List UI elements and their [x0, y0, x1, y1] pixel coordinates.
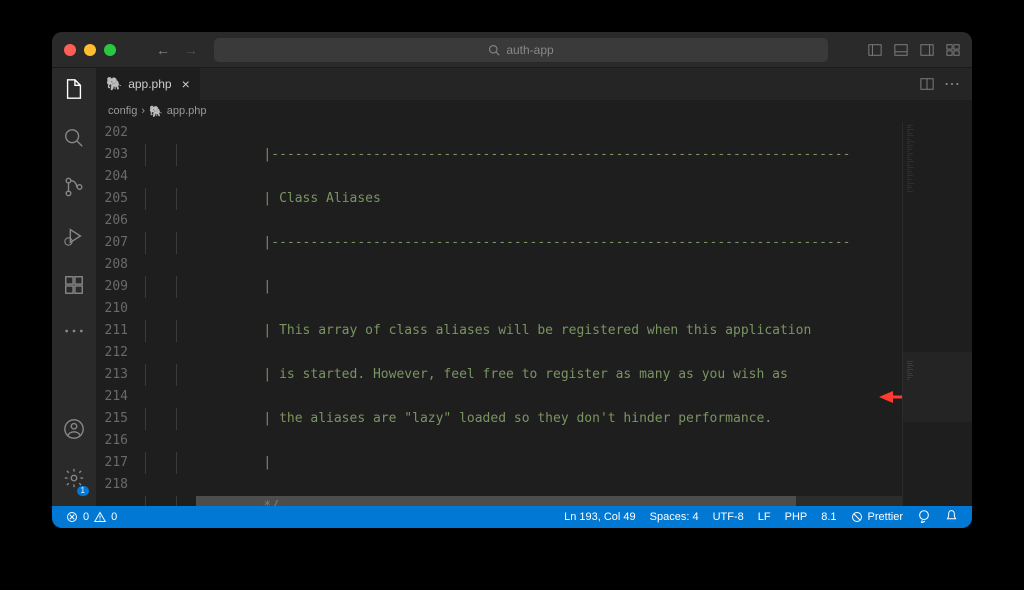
panel-bottom-icon[interactable]	[894, 43, 908, 57]
panel-left-icon[interactable]	[868, 43, 882, 57]
split-editor-icon[interactable]	[920, 77, 934, 91]
search-container: auth-app	[214, 38, 828, 62]
tab-label: app.php	[128, 77, 171, 91]
chevron-right-icon: ›	[141, 105, 145, 117]
prettier-icon	[851, 511, 863, 523]
panel-right-icon[interactable]	[920, 43, 934, 57]
php-version[interactable]: 8.1	[817, 511, 840, 523]
error-icon	[66, 511, 78, 523]
extensions-icon[interactable]	[63, 274, 85, 301]
horizontal-scrollbar[interactable]	[196, 496, 902, 506]
titlebar: ← → auth-app	[52, 32, 972, 68]
account-icon[interactable]	[63, 418, 85, 445]
more-actions-icon[interactable]: ⋯	[944, 74, 960, 94]
tab-actions: ⋯	[920, 68, 972, 100]
forward-button[interactable]: →	[184, 42, 198, 58]
prettier-button[interactable]: Prettier	[847, 511, 907, 523]
layout-icons	[868, 43, 960, 57]
body: 1 🐘 app.php × ⋯ config › 🐘 app.php	[52, 68, 972, 506]
warning-icon	[94, 511, 106, 523]
layout-grid-icon[interactable]	[946, 43, 960, 57]
main-area: 🐘 app.php × ⋯ config › 🐘 app.php 202	[96, 68, 972, 506]
breadcrumb-file: app.php	[167, 105, 207, 117]
encoding[interactable]: UTF-8	[709, 511, 748, 523]
editor-wrap: 2022032042052062072082092102112122132142…	[96, 122, 972, 506]
close-icon[interactable]: ×	[182, 76, 190, 92]
settings-icon[interactable]: 1	[63, 467, 85, 494]
search-icon	[488, 44, 500, 56]
search-text: auth-app	[506, 43, 553, 57]
tab-app-php[interactable]: 🐘 app.php ×	[96, 68, 201, 100]
more-icon[interactable]	[63, 323, 85, 341]
source-control-icon[interactable]	[63, 176, 85, 203]
back-button[interactable]: ←	[156, 42, 170, 58]
minimap-viewport[interactable]	[903, 352, 972, 422]
minimap[interactable]: ▬▬▬▬▬▬▬▬▬▬▬▬▬▬▬▬▬▬▬▬▬▬▬▬▬▬▬▬▬▬▬▬▬▬▬▬▬▬▬▬…	[902, 122, 972, 506]
breadcrumb[interactable]: config › 🐘 app.php	[96, 100, 972, 122]
php-file-icon: 🐘	[149, 105, 163, 118]
activity-bar: 1	[52, 68, 96, 506]
command-search[interactable]: auth-app	[214, 38, 828, 62]
feedback-icon[interactable]	[913, 509, 935, 526]
status-bar: 0 0 Ln 193, Col 49 Spaces: 4 UTF-8 LF PH…	[52, 506, 972, 528]
explorer-icon[interactable]	[63, 78, 85, 105]
code-editor[interactable]: 2022032042052062072082092102112122132142…	[96, 122, 902, 506]
breadcrumb-folder: config	[108, 105, 137, 117]
notifications-icon[interactable]	[941, 509, 962, 525]
close-window-button[interactable]	[64, 44, 76, 56]
traffic-lights	[64, 44, 116, 56]
indentation[interactable]: Spaces: 4	[646, 511, 703, 523]
cursor-position[interactable]: Ln 193, Col 49	[560, 511, 640, 523]
line-gutter: 2022032042052062072082092102112122132142…	[96, 122, 146, 506]
search-activity-icon[interactable]	[63, 127, 85, 154]
nav-arrows: ← →	[156, 42, 198, 58]
settings-badge: 1	[77, 486, 89, 496]
language-mode[interactable]: PHP	[781, 511, 812, 523]
eol[interactable]: LF	[754, 511, 775, 523]
tab-bar: 🐘 app.php × ⋯	[96, 68, 972, 100]
editor-window: ← → auth-app 1	[52, 32, 972, 528]
code-content[interactable]: |---------------------------------------…	[146, 122, 902, 506]
problems-button[interactable]: 0 0	[62, 511, 121, 523]
maximize-window-button[interactable]	[104, 44, 116, 56]
debug-icon[interactable]	[63, 225, 85, 252]
php-file-icon: 🐘	[106, 76, 122, 92]
minimize-window-button[interactable]	[84, 44, 96, 56]
